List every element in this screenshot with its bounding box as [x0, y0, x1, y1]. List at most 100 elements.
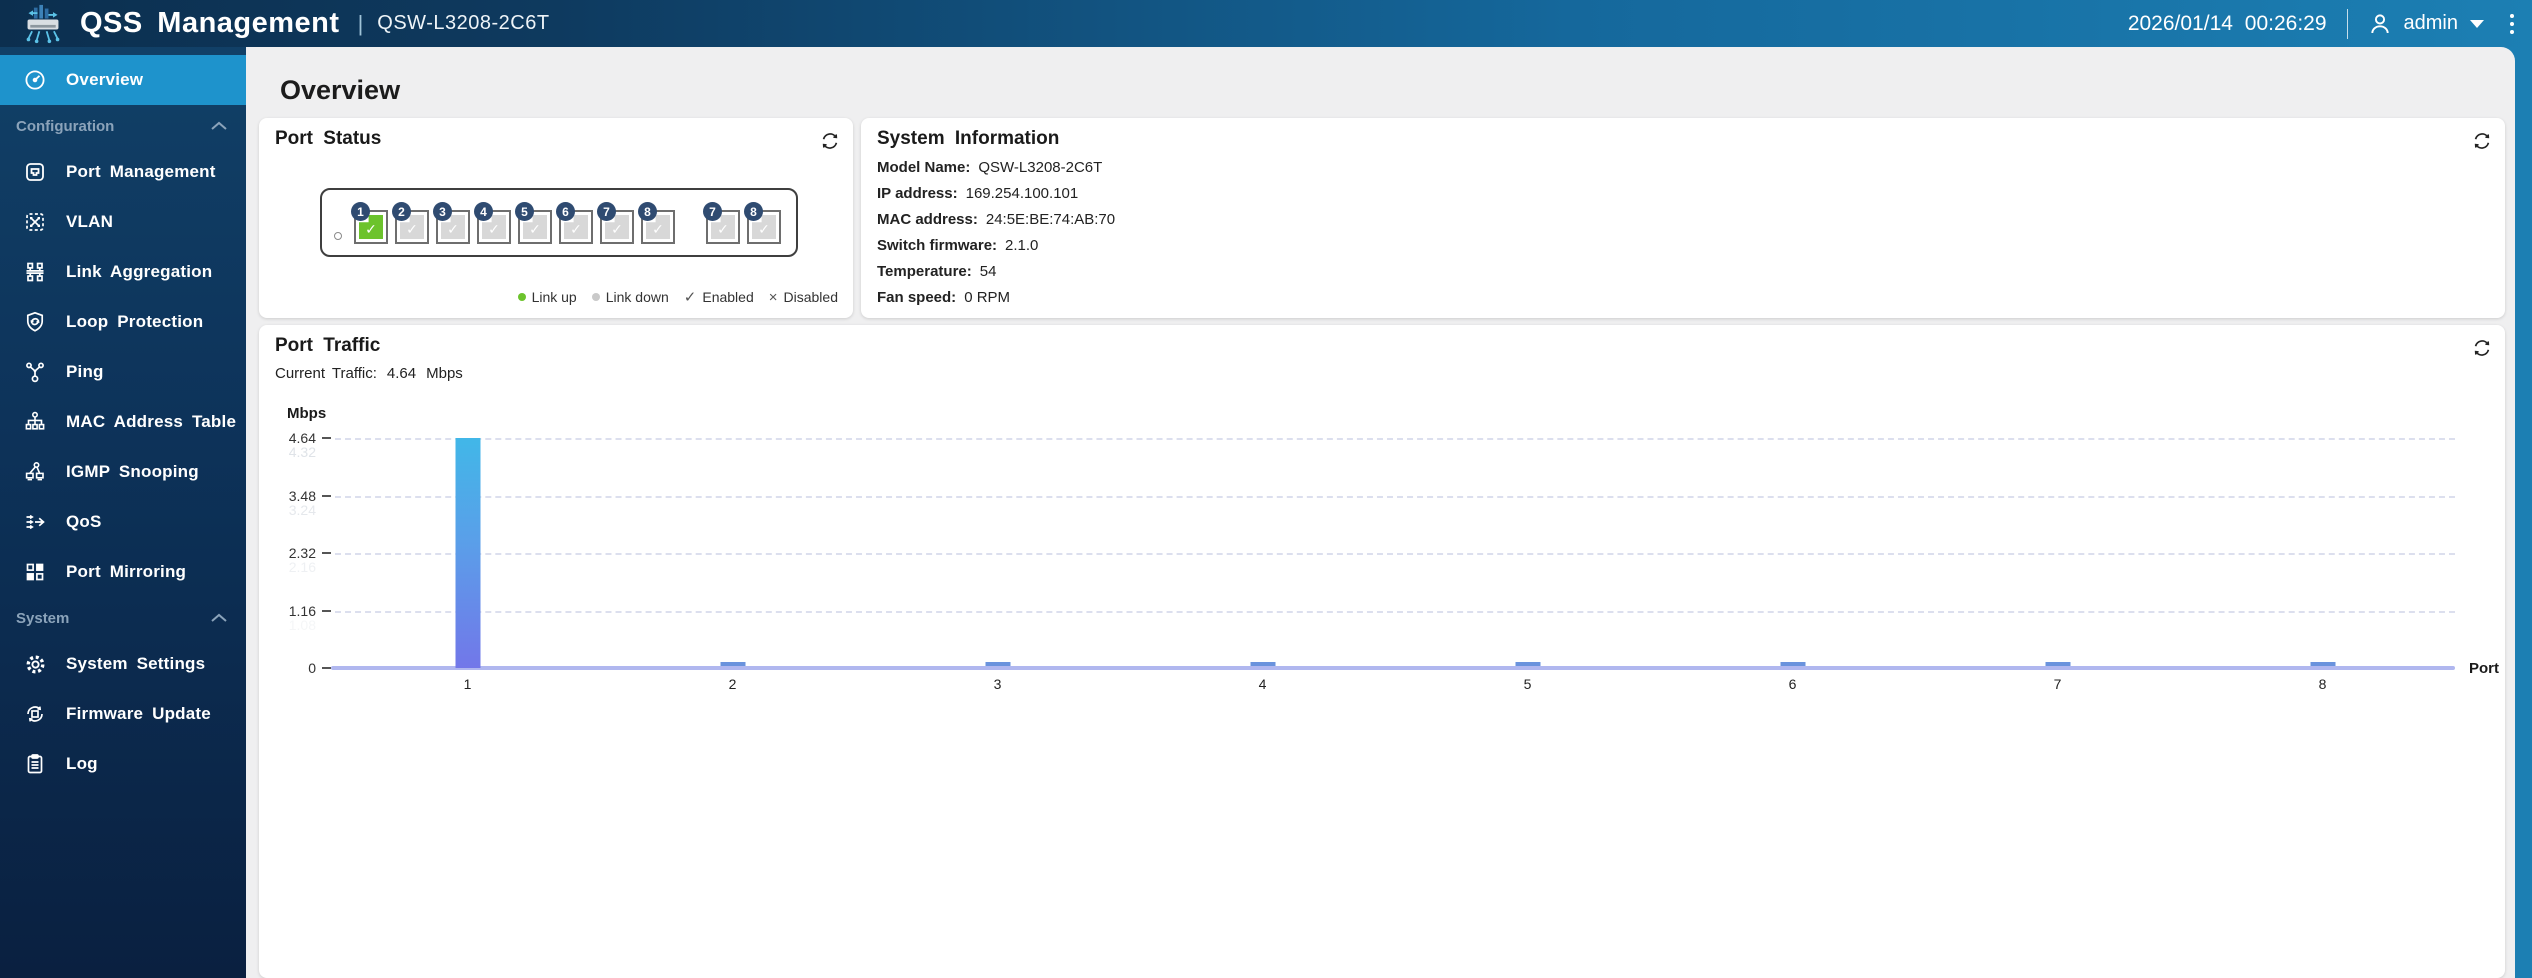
- chevron-up-icon: [210, 120, 228, 132]
- chassis-led: [334, 232, 342, 240]
- traffic-bar: [2045, 662, 2070, 666]
- port-number-badge: 2: [392, 202, 411, 221]
- port-state-mark: ✓: [652, 221, 664, 237]
- sidebar-item-igmp-snooping[interactable]: IGMP Snooping: [0, 447, 246, 497]
- mac-table-icon: [22, 409, 48, 435]
- sidebar-item-mac-address-table[interactable]: MAC Address Table: [0, 397, 246, 447]
- port-number-badge: 3: [433, 202, 452, 221]
- device-model: QSW-L3208-2C6T: [377, 12, 550, 34]
- chart-column: 6: [1660, 438, 1925, 692]
- chart-column: 8: [2190, 438, 2455, 692]
- firmware-icon: [22, 701, 48, 727]
- qos-icon: [22, 509, 48, 535]
- chart-column: 5: [1395, 438, 1660, 692]
- user-menu[interactable]: admin: [2368, 12, 2484, 36]
- link-aggregation-icon: [22, 259, 48, 285]
- sidebar-item-qos[interactable]: QoS: [0, 497, 246, 547]
- system-information-panel: System Information Model Name: QSW-L3208-…: [861, 118, 2505, 318]
- chart-column: 2: [600, 438, 865, 692]
- main-content: Overview Port Status 1 ✓ 2 ✓ 3 ✓ 4 ✓ 5 ✓…: [246, 47, 2515, 978]
- refresh-icon[interactable]: [819, 130, 841, 152]
- sidebar-item-log[interactable]: Log: [0, 739, 246, 789]
- port-state-mark: ✓: [529, 221, 541, 237]
- ghost-y-tick: 2.16: [288, 559, 316, 575]
- x-tick: 3: [993, 676, 1002, 692]
- ghost-y-tick: 1.08: [288, 616, 316, 633]
- header-separator: |: [357, 10, 364, 36]
- sidebar-item-link-aggregation[interactable]: Link Aggregation: [0, 247, 246, 297]
- sidebar-item-system-settings[interactable]: System Settings: [0, 639, 246, 689]
- datetime: 2026/01/14 00:26:29: [2127, 11, 2327, 35]
- check-icon: ✓: [683, 289, 697, 306]
- x-tick: 4: [1258, 676, 1267, 692]
- port-traffic-panel: Port Traffic Current Traffic: 4.64 Mbps: [259, 325, 2505, 978]
- port-state-mark: ✓: [570, 221, 582, 237]
- port-status-port[interactable]: 5 ✓: [515, 202, 552, 244]
- qss-management-app: QSS Management | QSW-L3208-2C6T 2026/01/…: [0, 0, 2532, 978]
- sidebar-section-configuration[interactable]: Configuration: [0, 105, 246, 147]
- port-status-port[interactable]: 4 ✓: [474, 202, 511, 244]
- refresh-icon[interactable]: [2471, 130, 2493, 152]
- cross-icon: ×: [768, 288, 778, 306]
- info-row: MAC address: 24:5E:BE:74:AB:70: [877, 210, 1116, 228]
- qss-logo-icon: [20, 4, 66, 44]
- traffic-bar: [1250, 662, 1275, 666]
- chart-column: 3: [865, 438, 1130, 692]
- chart-column: 4: [1130, 438, 1395, 692]
- link-down-dot-icon: [591, 293, 600, 301]
- port-state-mark: ✓: [365, 221, 377, 237]
- sidebar-item-label: Overview: [66, 70, 144, 89]
- app-title: QSS Management: [80, 7, 340, 39]
- chevron-up-icon: [210, 612, 228, 624]
- port-number-badge: 7: [703, 202, 722, 221]
- sidebar-item-port-management[interactable]: Port Management: [0, 147, 246, 197]
- port-number-badge: 4: [474, 202, 493, 221]
- sidebar-section-system[interactable]: System: [0, 597, 246, 639]
- sidebar-item-firmware-update[interactable]: Firmware Update: [0, 689, 246, 739]
- port-number-badge: 1: [351, 202, 370, 221]
- port-status-legend: Link up Link down ✓ Enabled × Disabled: [517, 288, 838, 306]
- vlan-icon: [22, 209, 48, 235]
- port-icon: [22, 159, 48, 185]
- sidebar-item-overview[interactable]: Overview: [0, 55, 246, 105]
- sidebar-item-ping[interactable]: Ping: [0, 347, 246, 397]
- system-information-title: System Information: [877, 128, 1060, 149]
- port-state-mark: ✓: [717, 221, 729, 237]
- gear-icon: [22, 651, 48, 677]
- sidebar-item-port-mirroring[interactable]: Port Mirroring: [0, 547, 246, 597]
- traffic-bar: [455, 438, 480, 668]
- ping-icon: [22, 359, 48, 385]
- mirror-icon: [22, 559, 48, 585]
- switch-chassis: 1 ✓ 2 ✓ 3 ✓ 4 ✓ 5 ✓ 6 ✓ 7 ✓ 8 ✓ 7 ✓ 8 ✓: [320, 188, 798, 257]
- port-status-port[interactable]: 1 ✓: [351, 202, 388, 244]
- header-divider: [2346, 8, 2348, 39]
- port-number-badge: 5: [515, 202, 534, 221]
- user-name: admin: [2403, 12, 2458, 34]
- port-status-port[interactable]: 6 ✓: [556, 202, 593, 244]
- shield-loop-icon: [22, 309, 48, 335]
- info-row: Temperature: 54: [877, 262, 997, 280]
- chart-column: 7: [1925, 438, 2190, 692]
- port-status-combo-port[interactable]: 8 ✓: [744, 202, 781, 244]
- traffic-bar: [720, 662, 745, 666]
- chart-column: 1: [335, 438, 600, 692]
- port-status-port[interactable]: 2 ✓: [392, 202, 429, 244]
- x-tick: 2: [728, 676, 737, 692]
- port-status-port[interactable]: 7 ✓: [597, 202, 634, 244]
- more-options-button[interactable]: [2504, 10, 2524, 38]
- port-number-badge: 6: [556, 202, 575, 221]
- port-status-port[interactable]: 8 ✓: [638, 202, 675, 244]
- sidebar-item-loop-protection[interactable]: Loop Protection: [0, 297, 246, 347]
- port-state-mark: ✓: [488, 221, 500, 237]
- info-row: Model Name: QSW-L3208-2C6T: [877, 158, 1103, 176]
- port-status-combo-port[interactable]: 7 ✓: [703, 202, 740, 244]
- top-header: QSS Management | QSW-L3208-2C6T 2026/01/…: [0, 0, 2532, 47]
- traffic-bar: [1780, 662, 1805, 666]
- port-state-mark: ✓: [406, 221, 418, 237]
- ghost-y-tick: 4.32: [288, 444, 316, 460]
- x-tick: 5: [1523, 676, 1532, 692]
- y-tick: 0: [308, 660, 316, 676]
- port-status-port[interactable]: 3 ✓: [433, 202, 470, 244]
- sidebar-item-vlan[interactable]: VLAN: [0, 197, 246, 247]
- plot-area: 4.64 3.48 2.32 1.16 0 4.32 3.24 2.16 1.0…: [289, 430, 2499, 692]
